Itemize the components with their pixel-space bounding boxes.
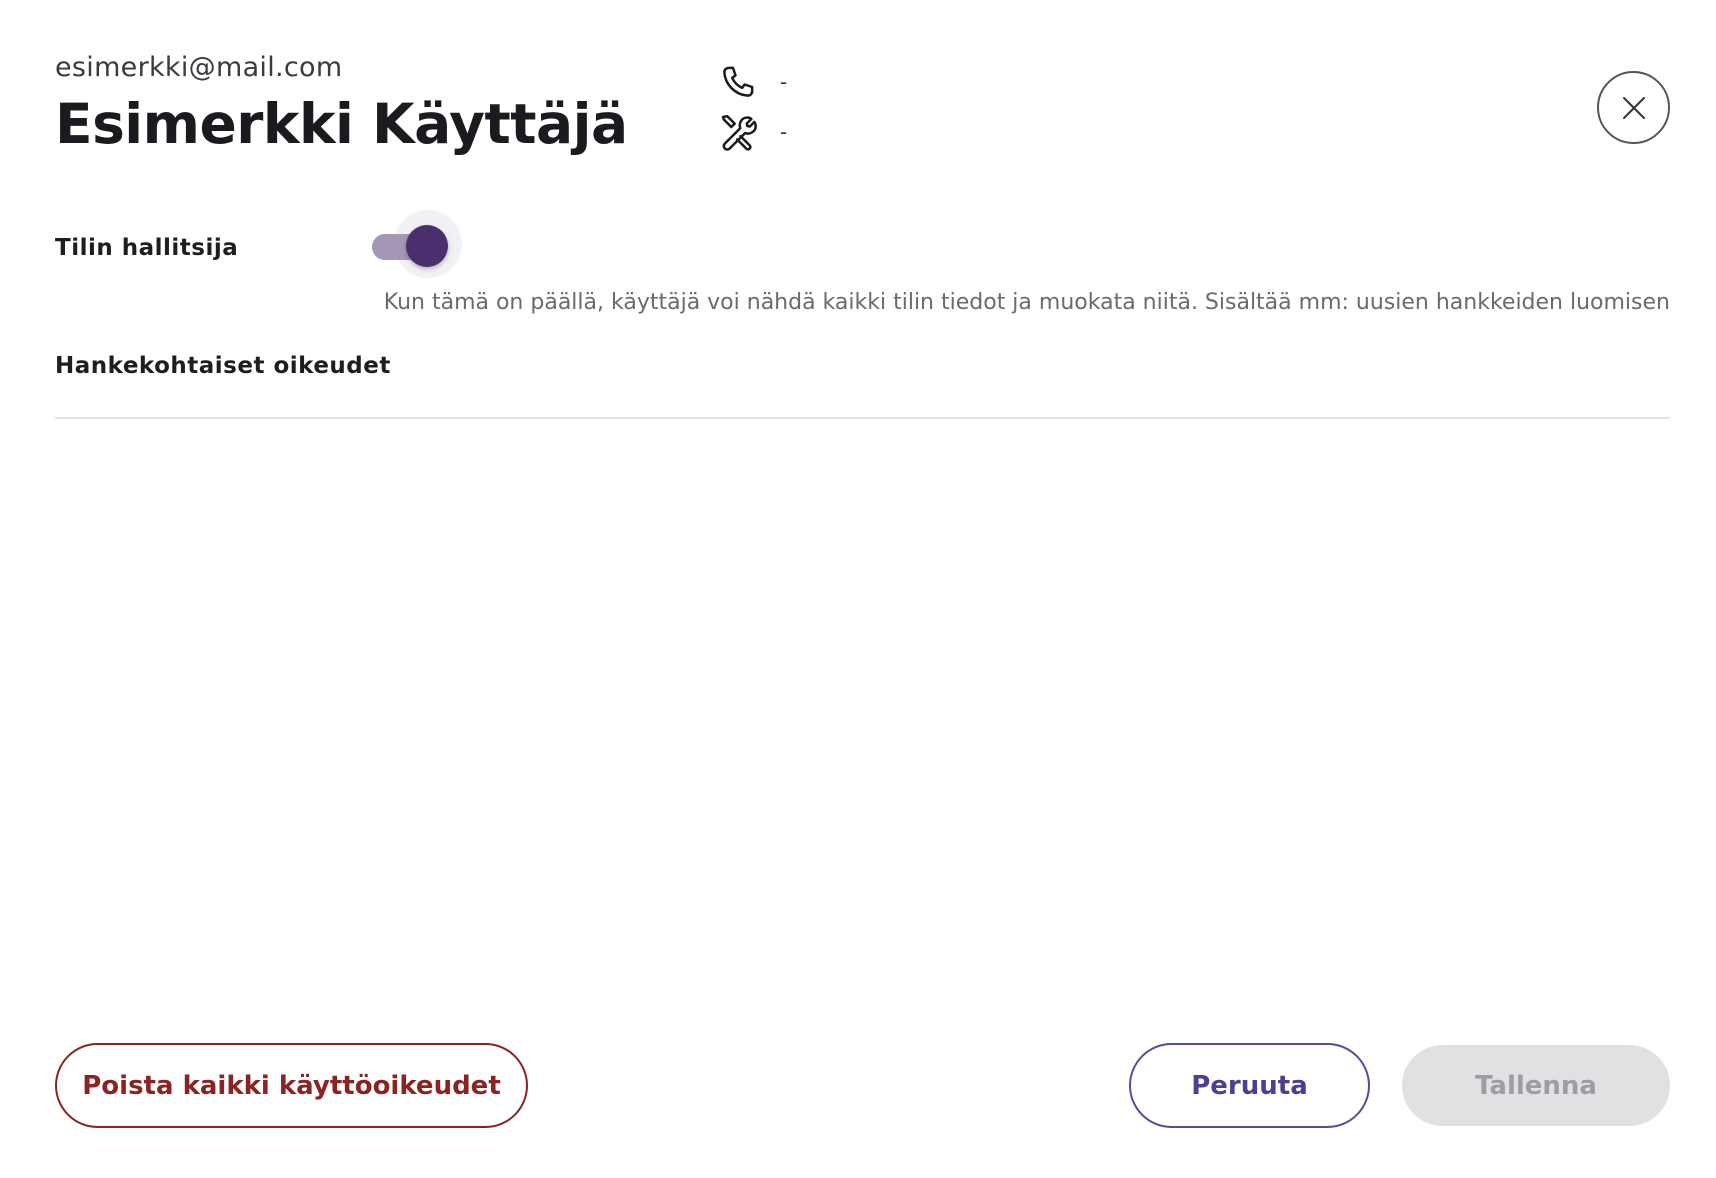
phone-row: - <box>718 62 787 102</box>
remove-all-permissions-button[interactable]: Poista kaikki käyttöoikeudet <box>55 1043 528 1128</box>
save-button[interactable]: Tallenna <box>1402 1045 1670 1126</box>
tools-row: - <box>718 112 787 152</box>
account-admin-toggle[interactable] <box>372 210 468 290</box>
phone-value: - <box>780 70 788 94</box>
project-permissions-label: Hankekohtaiset oikeudet <box>55 353 391 379</box>
user-email: esimerkki@mail.com <box>55 52 343 83</box>
phone-icon <box>718 62 758 102</box>
toggle-knob <box>406 225 448 267</box>
tools-icon <box>718 112 758 152</box>
close-icon <box>1622 96 1645 119</box>
page-title: Esimerkki Käyttäjä <box>55 92 628 156</box>
section-divider <box>55 417 1670 419</box>
tools-value: - <box>780 120 788 144</box>
close-button[interactable] <box>1597 71 1670 144</box>
account-admin-label: Tilin hallitsija <box>55 235 239 261</box>
account-admin-description: Kun tämä on päällä, käyttäjä voi nähdä k… <box>383 290 1670 315</box>
cancel-button[interactable]: Peruuta <box>1129 1043 1370 1128</box>
